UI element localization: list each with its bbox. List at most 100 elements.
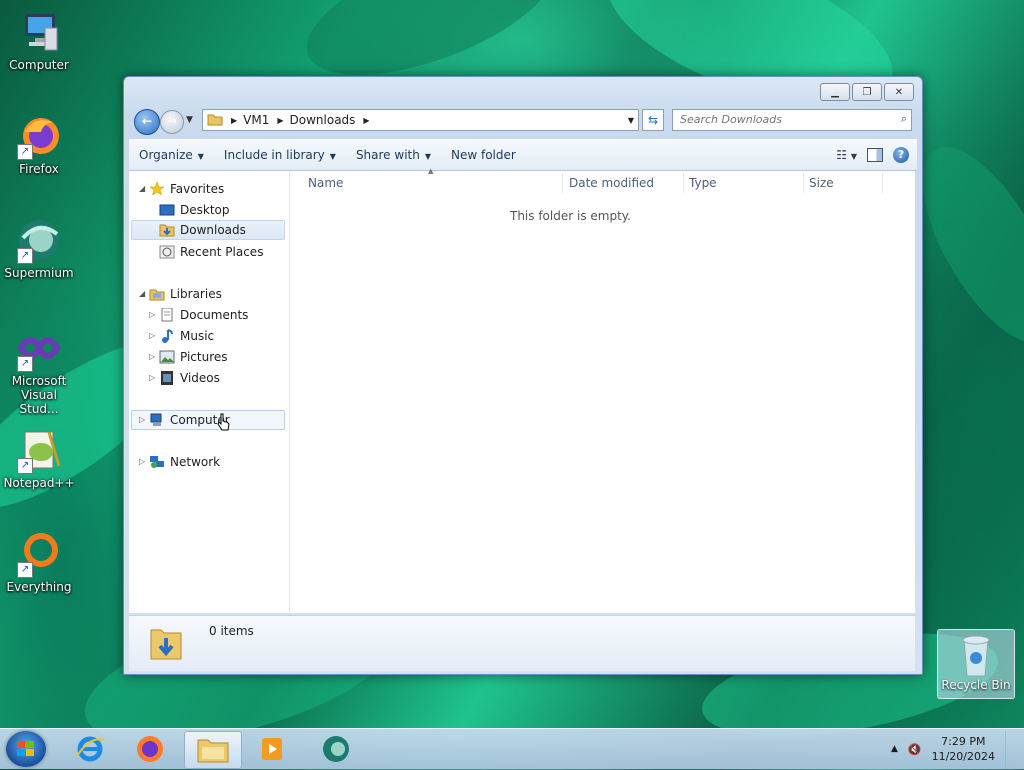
desktop-icon-supermium[interactable]: ↗ Supermium [3,216,75,280]
taskbar-media-player[interactable] [244,731,300,767]
libraries-icon [149,287,165,301]
nav-music[interactable]: ▷ Music [149,326,214,346]
clock[interactable]: 7:29 PM 11/20/2024 [932,734,995,764]
nav-recent-places[interactable]: Recent Places [159,242,263,262]
item-count: 0 items [209,624,254,638]
column-divider[interactable] [882,173,883,193]
desktop-icon-label: Everything [6,580,72,594]
media-player-icon [262,738,282,760]
maximize-button[interactable]: ❐ [852,83,882,101]
nav-favorites[interactable]: ◢ Favorites [139,179,224,199]
desktop-icon-label: Microsoft Visual Stud... [11,374,67,416]
show-hidden-icons-button[interactable]: ▲ [891,744,898,754]
column-header-date-modified[interactable]: Date modified [569,171,679,195]
column-header-size[interactable]: Size [809,171,879,195]
nav-pictures[interactable]: ▷ Pictures [149,347,228,367]
nav-computer[interactable]: ▷ Computer [131,410,285,430]
recent-pages-dropdown[interactable]: ▼ [186,115,193,125]
supermium-icon: ↗ [15,216,63,264]
folder-icon [207,112,223,129]
collapsed-triangle-icon[interactable]: ▷ [139,410,149,430]
mouse-pointer-icon [217,413,231,436]
taskbar-internet-explorer[interactable] [62,731,118,767]
nav-libraries[interactable]: ◢ Libraries [139,284,222,304]
nav-network[interactable]: ▷ Network [139,452,220,472]
chevron-down-icon: ▼ [329,152,336,161]
collapsed-triangle-icon[interactable]: ▷ [139,452,149,472]
desktop-icon-recycle-bin[interactable]: Recycle Bin [937,629,1015,699]
taskbar-firefox[interactable] [122,731,178,767]
taskbar: ▲ 🔇 7:29 PM 11/20/2024 [0,728,1024,769]
windows-logo-icon [17,741,34,756]
nav-desktop[interactable]: Desktop [159,200,230,220]
taskbar-supermium[interactable] [308,731,364,767]
include-in-library-menu[interactable]: Include in library ▼ [214,143,346,167]
collapsed-triangle-icon[interactable]: ▷ [149,368,159,388]
search-box[interactable]: ⌕ [672,109,912,131]
collapsed-triangle-icon[interactable]: ▷ [149,305,159,325]
taskbar-windows-explorer[interactable] [184,731,242,769]
expanded-triangle-icon[interactable]: ◢ [139,179,149,199]
desktop-icon-notepad-plus-plus[interactable]: ↗ Notepad++ [3,426,75,490]
recycle-bin-icon [956,634,996,678]
nav-downloads[interactable]: Downloads [131,220,285,240]
desktop-icon-everything[interactable]: ↗ Everything [3,530,75,594]
nav-videos[interactable]: ▷ Videos [149,368,220,388]
address-bar[interactable]: ▶ VM1 ▶ Downloads ▶ ▼ [202,109,639,131]
window-caption-buttons: ▁ ❐ ✕ [820,83,914,101]
shortcut-arrow-icon: ↗ [17,356,33,372]
show-desktop-button[interactable] [1005,731,1016,767]
file-explorer-icon [197,739,229,763]
chevron-down-icon: ▼ [424,152,431,161]
new-folder-button[interactable]: New folder [441,143,526,167]
breadcrumb-separator-icon[interactable]: ▶ [363,116,369,125]
desktop-icon-visual-studio[interactable]: ↗ Microsoft Visual Stud... [3,324,75,416]
breadcrumb-vm1[interactable]: VM1 [243,113,269,127]
share-with-menu[interactable]: Share with ▼ [346,143,441,167]
search-input[interactable] [673,110,880,128]
search-icon[interactable]: ⌕ [901,112,907,126]
collapsed-triangle-icon[interactable]: ▷ [149,326,159,346]
column-divider[interactable] [683,173,684,193]
close-button[interactable]: ✕ [884,83,914,101]
back-button[interactable]: ← [134,109,160,135]
desktop-icon-label: Computer [9,58,69,72]
desktop-icon-firefox[interactable]: ↗ Firefox [3,112,75,176]
internet-explorer-icon [76,736,104,762]
forward-arrow-icon: → [166,114,178,128]
address-row: ← → ▼ ▶ VM1 ▶ Downloads ▶ ▼ ⇆ ⌕ [132,107,914,135]
file-list-pane: Name ▲ Date modified Type Size This fold… [290,167,915,613]
breadcrumb-downloads[interactable]: Downloads [290,113,356,127]
back-arrow-icon: ← [141,114,153,128]
volume-muted-icon[interactable]: 🔇 [908,743,922,756]
navigation-pane: ◢ Favorites Desktop Downloads Recent Pla… [129,171,290,613]
shortcut-arrow-icon: ↗ [17,248,33,264]
refresh-button[interactable]: ⇆ [642,109,664,131]
desktop-icon-computer[interactable]: Computer [3,8,75,72]
computer-icon [15,8,63,56]
pictures-icon [159,350,175,364]
breadcrumb-separator-icon: ▶ [231,115,238,125]
nav-documents[interactable]: ▷ Documents [149,305,248,325]
expanded-triangle-icon[interactable]: ◢ [139,284,149,304]
start-button[interactable] [6,731,46,767]
forward-button[interactable]: → [160,110,184,134]
downloads-folder-icon [159,223,175,237]
change-view-button[interactable]: ☷ ▼ [836,148,857,162]
column-divider[interactable] [562,173,563,193]
shortcut-arrow-icon: ↗ [17,144,33,160]
column-divider[interactable] [803,173,804,193]
breadcrumb-separator-icon[interactable]: ▶ [277,116,283,125]
preview-pane-button[interactable] [867,148,883,162]
minimize-button[interactable]: ▁ [820,83,850,101]
content-area: ◢ Favorites Desktop Downloads Recent Pla… [129,167,915,613]
help-button[interactable]: ? [893,147,909,163]
address-history-dropdown[interactable]: ▼ [628,116,634,125]
shortcut-arrow-icon: ↗ [17,458,33,474]
collapsed-triangle-icon[interactable]: ▷ [149,347,159,367]
explorer-window: ▁ ❐ ✕ ← → ▼ ▶ VM1 ▶ Downloads ▶ ▼ ⇆ ⌕ Or… [123,76,923,675]
recent-places-icon [159,245,175,259]
supermium-icon [323,736,349,762]
organize-menu[interactable]: Organize ▼ [129,143,214,167]
column-header-type[interactable]: Type [689,171,799,195]
